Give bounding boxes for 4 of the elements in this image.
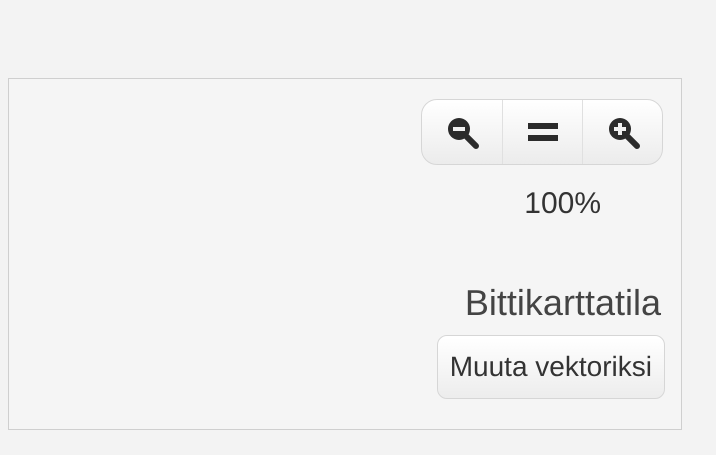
convert-button[interactable]: Muuta vektoriksi [436,335,665,399]
equals-icon [528,121,558,143]
zoom-level: 100% [524,189,601,219]
mode-label: Bittikarttatila [464,285,661,321]
